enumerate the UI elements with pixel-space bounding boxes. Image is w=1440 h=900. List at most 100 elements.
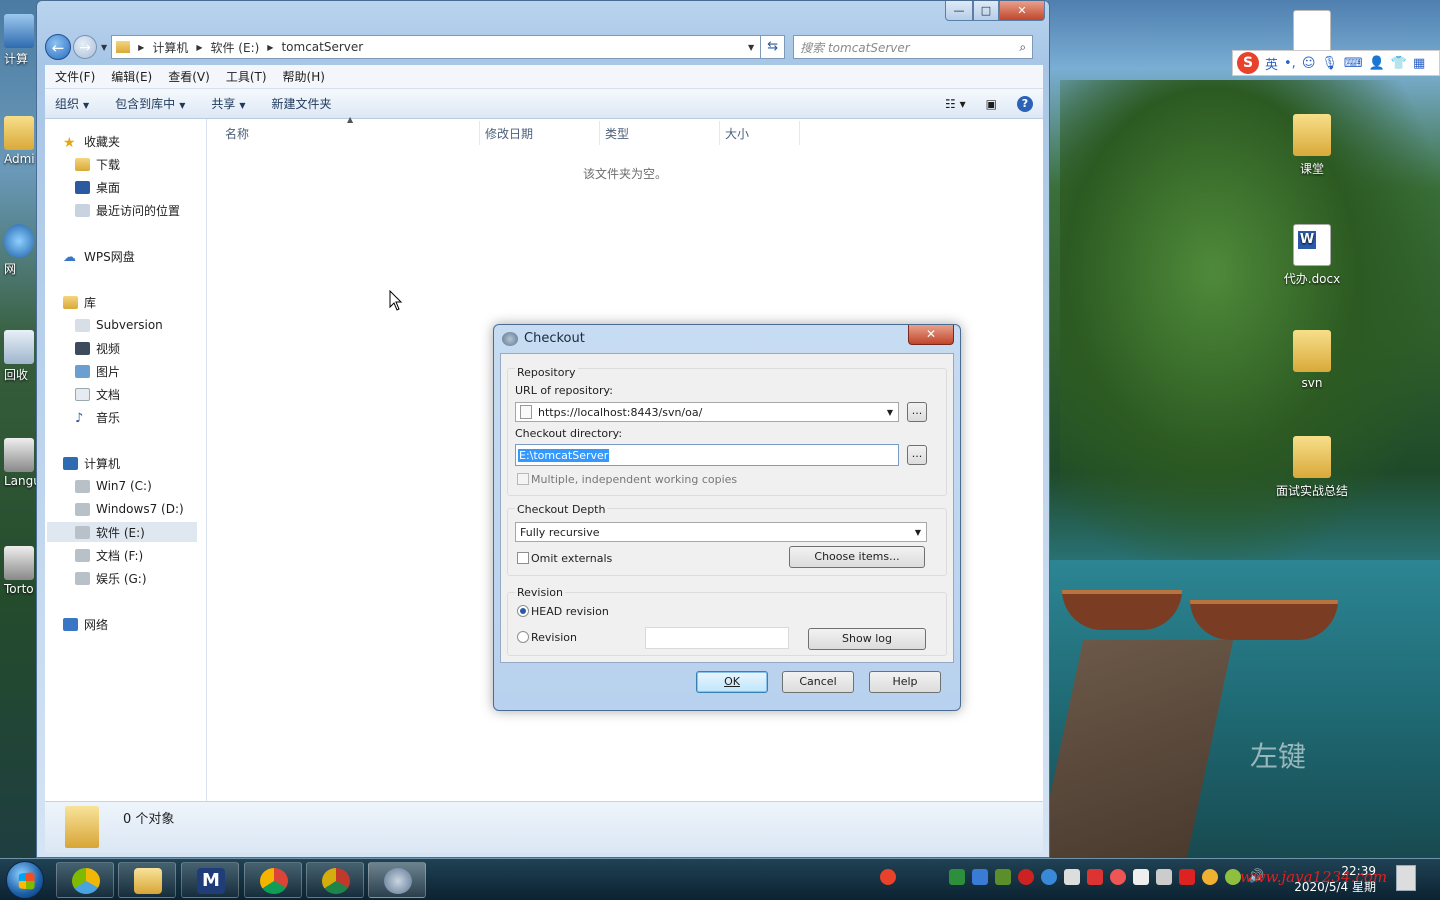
- omit-externals-checkbox[interactable]: [517, 552, 529, 564]
- new-folder-button[interactable]: 新建文件夹: [272, 95, 332, 112]
- revision-input[interactable]: [645, 627, 789, 649]
- browse-directory-button[interactable]: ...: [907, 445, 927, 465]
- column-size[interactable]: 大小: [725, 125, 749, 142]
- taskbar-chrome-2[interactable]: [306, 862, 364, 898]
- taskbar-tortoisesvn[interactable]: [368, 862, 426, 898]
- menu-help[interactable]: 帮助(H): [283, 68, 325, 85]
- desktop-icon-svn[interactable]: svn: [1272, 330, 1352, 390]
- nav-drive-c[interactable]: Win7 (C:): [75, 476, 152, 496]
- menu-file[interactable]: 文件(F): [55, 68, 95, 85]
- choose-items-button[interactable]: Choose items...: [789, 546, 925, 568]
- red-app-tray-icon[interactable]: [1179, 869, 1195, 885]
- nav-downloads[interactable]: 下载: [75, 154, 120, 174]
- network-tray-icon[interactable]: [1041, 869, 1057, 885]
- taskbar-app-360[interactable]: [56, 862, 114, 898]
- share-button[interactable]: 共享 ▼: [211, 95, 245, 112]
- multiple-working-copies-checkbox[interactable]: [517, 473, 529, 485]
- search-input[interactable]: 搜索 tomcatServer ⌕: [793, 35, 1034, 59]
- view-options-icon[interactable]: ☷ ▾: [945, 97, 966, 111]
- green-tray-icon[interactable]: [1225, 869, 1241, 885]
- ime-mode-toggle[interactable]: 英: [1265, 54, 1278, 73]
- desktop-icon-network[interactable]: 网: [4, 224, 34, 277]
- column-date-modified[interactable]: 修改日期: [485, 125, 533, 142]
- taskbar-app-m[interactable]: M: [181, 862, 239, 898]
- dialog-close-button[interactable]: ✕: [908, 325, 954, 345]
- emoji-icon[interactable]: ☺: [1302, 56, 1316, 71]
- organize-button[interactable]: 组织 ▼: [55, 95, 89, 112]
- security-shield-icon[interactable]: [949, 869, 965, 885]
- nav-pictures[interactable]: 图片: [75, 361, 120, 381]
- history-dropdown-icon[interactable]: ▼: [101, 43, 107, 52]
- nav-subversion[interactable]: Subversion: [75, 315, 163, 335]
- maximize-button[interactable]: □: [973, 1, 999, 21]
- forward-button[interactable]: →: [73, 35, 97, 59]
- desktop-icon-computer[interactable]: 计算: [4, 14, 34, 67]
- desktop-icon-tortoise[interactable]: Torto: [4, 546, 34, 596]
- help-button[interactable]: Help: [869, 671, 941, 693]
- nav-drive-d[interactable]: Windows7 (D:): [75, 499, 184, 519]
- include-in-library-button[interactable]: 包含到库中 ▼: [115, 95, 185, 112]
- close-button[interactable]: ✕: [999, 1, 1045, 21]
- desktop-icon-recycle-bin[interactable]: 回收: [4, 330, 34, 383]
- nav-videos[interactable]: 视频: [75, 338, 120, 358]
- column-type[interactable]: 类型: [605, 125, 629, 142]
- device-tray-icon[interactable]: [1156, 869, 1172, 885]
- nav-music[interactable]: ♪ 音乐: [75, 407, 120, 427]
- address-dropdown-icon[interactable]: ▼: [748, 43, 760, 52]
- chevron-down-icon[interactable]: ▼: [910, 528, 926, 537]
- head-revision-radio[interactable]: [517, 605, 529, 617]
- desktop-icon-admin[interactable]: Admi: [4, 116, 35, 166]
- menu-view[interactable]: 查看(V): [168, 68, 210, 85]
- remote-tray-icon[interactable]: [972, 869, 988, 885]
- nav-wps-drive[interactable]: ☁ WPS网盘: [63, 246, 135, 266]
- minimize-button[interactable]: —: [945, 1, 973, 21]
- sogou-logo-icon[interactable]: S: [1237, 52, 1259, 74]
- nav-drive-e[interactable]: 软件 (E:): [47, 522, 197, 542]
- desktop-icon-classroom[interactable]: 课堂: [1272, 114, 1352, 177]
- antivirus-icon[interactable]: [1018, 869, 1034, 885]
- microphone-icon[interactable]: 🎙: [1321, 56, 1338, 71]
- address-bar[interactable]: ▶ 计算机 ▶ 软件 (E:) ▶ tomcatServer ▼: [111, 35, 762, 59]
- ok-button[interactable]: OK: [696, 671, 768, 693]
- nav-network[interactable]: 网络: [63, 614, 108, 634]
- nav-desktop[interactable]: 桌面: [75, 177, 120, 197]
- cancel-button[interactable]: Cancel: [782, 671, 854, 693]
- nav-documents[interactable]: 文档: [75, 384, 120, 404]
- show-desktop-button[interactable]: [1396, 865, 1416, 891]
- nav-drive-f[interactable]: 文档 (F:): [75, 545, 143, 565]
- thermometer-icon[interactable]: [1064, 869, 1080, 885]
- user-icon[interactable]: 👤: [1369, 56, 1385, 71]
- nav-recent[interactable]: 最近访问的位置: [75, 200, 180, 220]
- sogou-tray-icon[interactable]: [880, 869, 896, 885]
- smile-tray-icon[interactable]: [1202, 869, 1218, 885]
- url-combobox[interactable]: https://localhost:8443/svn/oa/ ▼: [515, 402, 899, 422]
- taskbar-explorer[interactable]: [118, 862, 176, 898]
- back-button[interactable]: ←: [45, 34, 71, 60]
- column-name[interactable]: 名称: [225, 125, 249, 142]
- nvidia-icon[interactable]: [995, 869, 1011, 885]
- chevron-right-icon[interactable]: ▶: [138, 43, 144, 52]
- checkout-directory-input[interactable]: E:\tomcatServer: [515, 444, 899, 466]
- breadcrumb-tomcatserver[interactable]: tomcatServer: [281, 40, 363, 54]
- nav-favorites[interactable]: ★ 收藏夹: [63, 131, 120, 151]
- nav-drive-g[interactable]: 娱乐 (G:): [75, 568, 147, 588]
- toolbox-icon[interactable]: ▦: [1413, 56, 1425, 71]
- breadcrumb-computer[interactable]: 计算机: [152, 39, 188, 56]
- depth-select[interactable]: Fully recursive ▼: [515, 522, 927, 542]
- keyboard-icon[interactable]: ⌨: [1344, 56, 1363, 71]
- breadcrumb-drive-e[interactable]: 软件 (E:): [210, 39, 259, 56]
- menu-tools[interactable]: 工具(T): [226, 68, 267, 85]
- start-button[interactable]: [6, 861, 44, 899]
- app-tray-icon[interactable]: [1087, 869, 1103, 885]
- nav-library[interactable]: 库: [63, 292, 96, 312]
- punctuation-icon[interactable]: •,: [1284, 56, 1296, 71]
- shirt-icon[interactable]: 👕: [1391, 56, 1407, 71]
- document-tray-icon[interactable]: [1133, 869, 1149, 885]
- chevron-right-icon[interactable]: ▶: [196, 43, 202, 52]
- taskbar-chrome[interactable]: [244, 862, 302, 898]
- desktop-icon-todo-docx[interactable]: 代办.docx: [1272, 224, 1352, 287]
- revision-radio[interactable]: [517, 631, 529, 643]
- browse-url-button[interactable]: ...: [907, 402, 927, 422]
- chevron-down-icon[interactable]: ▼: [882, 408, 898, 417]
- desktop-icon-interview-summary[interactable]: 面试实战总结: [1272, 436, 1352, 499]
